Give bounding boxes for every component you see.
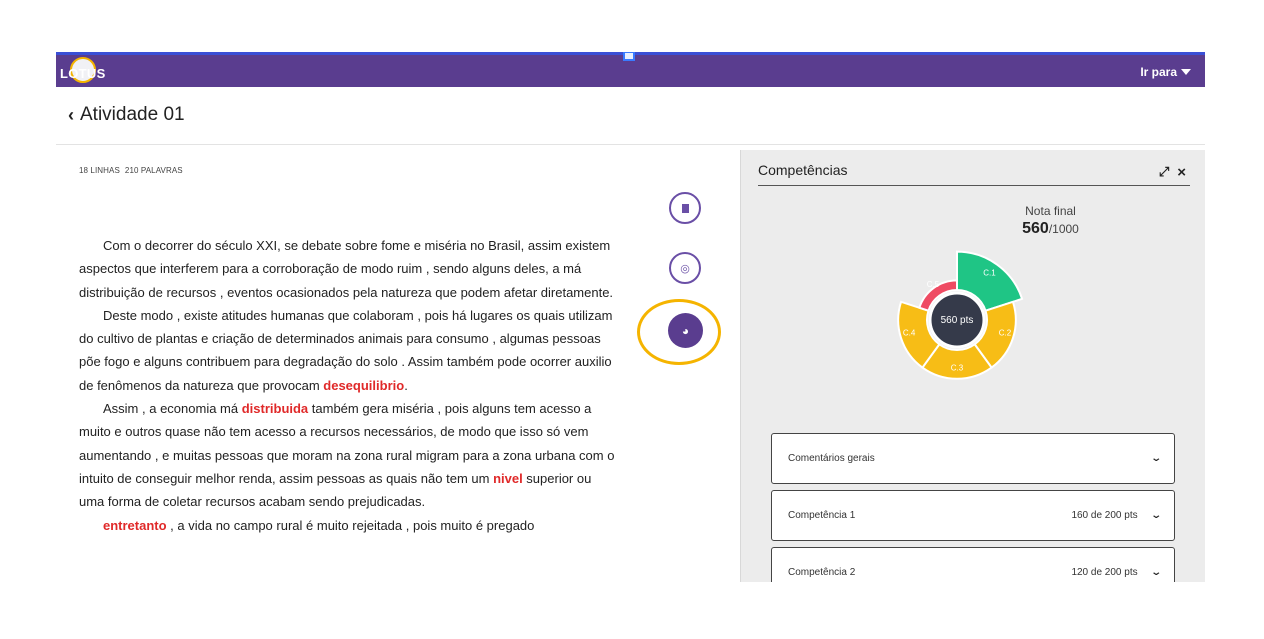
- competencias-donut-chart: C.1 C.2 C.3 C.4 C.5 560 pts: [879, 242, 1035, 398]
- target-tool-button[interactable]: ◎: [669, 252, 701, 284]
- essay-paragraph: Assim , a economia má distribuida também…: [79, 397, 619, 513]
- accordion-title: Competência 1: [788, 510, 856, 521]
- essay-stats: 18 LINHAS 210 PALAVRAS: [79, 166, 183, 175]
- spelling-error[interactable]: desequilibrio: [323, 378, 404, 393]
- competencias-panel: Competências ⤢ × Nota final 560/1000 C.1…: [740, 150, 1205, 582]
- target-icon: ◎: [680, 262, 690, 275]
- back-button[interactable]: ‹ Atividade 01: [68, 104, 185, 126]
- page-header: ‹ Atividade 01: [56, 87, 1205, 145]
- document-tool-button[interactable]: [669, 192, 701, 224]
- chevron-left-icon: ‹: [68, 104, 74, 125]
- essay-run: .: [404, 377, 408, 393]
- spelling-error[interactable]: nivel: [493, 471, 523, 486]
- top-navbar: LOTUS Ir para: [56, 52, 1205, 87]
- spelling-error[interactable]: distribuida: [242, 401, 308, 416]
- essay-run: Com o decorrer do século XXI, se debate …: [79, 238, 614, 300]
- goto-label: Ir para: [1140, 65, 1177, 79]
- pie-chart-icon: ◕: [681, 323, 690, 338]
- donut-segment-label: C.1: [983, 268, 996, 277]
- accordion-competencia-1[interactable]: Competência 1 160 de 200 pts ⌄: [771, 490, 1175, 541]
- final-score-number: 560: [1022, 220, 1049, 237]
- spelling-error[interactable]: entretanto: [103, 518, 167, 533]
- selection-handle-icon: [623, 52, 635, 61]
- essay-paragraph: entretanto , a vida no campo rural é mui…: [79, 514, 619, 537]
- chevron-down-icon: ⌄: [1149, 567, 1162, 578]
- final-score-max: /1000: [1048, 222, 1079, 236]
- accordion-title: Competência 2: [788, 567, 856, 578]
- essay-area: 18 LINHAS 210 PALAVRAS Com o decorrer do…: [56, 146, 740, 582]
- donut-segment-label: C.5: [927, 280, 940, 289]
- goto-menu[interactable]: Ir para: [1140, 65, 1191, 79]
- logo-text: LOTUS: [60, 65, 106, 81]
- essay-run: Assim , a economia má: [103, 401, 242, 417]
- expand-icon[interactable]: ⤢: [1159, 164, 1169, 181]
- logo[interactable]: LOTUS: [58, 57, 106, 87]
- final-score-value: 560/1000: [1003, 220, 1098, 238]
- accordion-competencia-2[interactable]: Competência 2 120 de 200 pts ⌄: [771, 547, 1175, 582]
- page-title: Atividade 01: [80, 104, 185, 125]
- words-count: 210 PALAVRAS: [124, 166, 183, 175]
- essay-paragraph: Deste modo , existe atitudes humanas que…: [79, 304, 619, 397]
- essay-text: Com o decorrer do século XXI, se debate …: [79, 234, 619, 537]
- chevron-down-icon: ⌄: [1149, 510, 1162, 521]
- document-icon: [681, 203, 689, 213]
- chevron-down-icon: ⌄: [1149, 453, 1162, 464]
- lines-count: 18 LINHAS: [79, 166, 120, 175]
- caret-down-icon: [1181, 69, 1191, 75]
- donut-segment-label: C.3: [951, 363, 964, 372]
- essay-paragraph: Com o decorrer do século XXI, se debate …: [79, 234, 619, 304]
- donut-segment-label: C.2: [999, 329, 1012, 338]
- accordion-score: 120 de 200 pts: [1071, 567, 1138, 578]
- competencias-tool-button[interactable]: ◕: [668, 313, 703, 348]
- panel-header: Competências ⤢ ×: [758, 162, 1190, 186]
- essay-run: , a vida no campo rural é muito rejeitad…: [166, 517, 535, 533]
- app-window: LOTUS Ir para ‹ Atividade 01 18 LINHAS 2…: [56, 52, 1205, 582]
- panel-actions: ⤢ ×: [1159, 164, 1186, 181]
- accordion-score: 160 de 200 pts: [1071, 510, 1138, 521]
- accordion-comentarios-gerais[interactable]: Comentários gerais ⌄: [771, 433, 1175, 484]
- donut-center-label: 560 pts: [941, 315, 974, 326]
- accordion-title: Comentários gerais: [788, 453, 875, 464]
- final-score-label: Nota final: [1025, 204, 1076, 218]
- close-icon[interactable]: ×: [1177, 164, 1186, 181]
- donut-segment-label: C.4: [903, 329, 916, 338]
- panel-title: Competências: [758, 162, 848, 178]
- final-score: Nota final 560/1000: [1003, 204, 1098, 238]
